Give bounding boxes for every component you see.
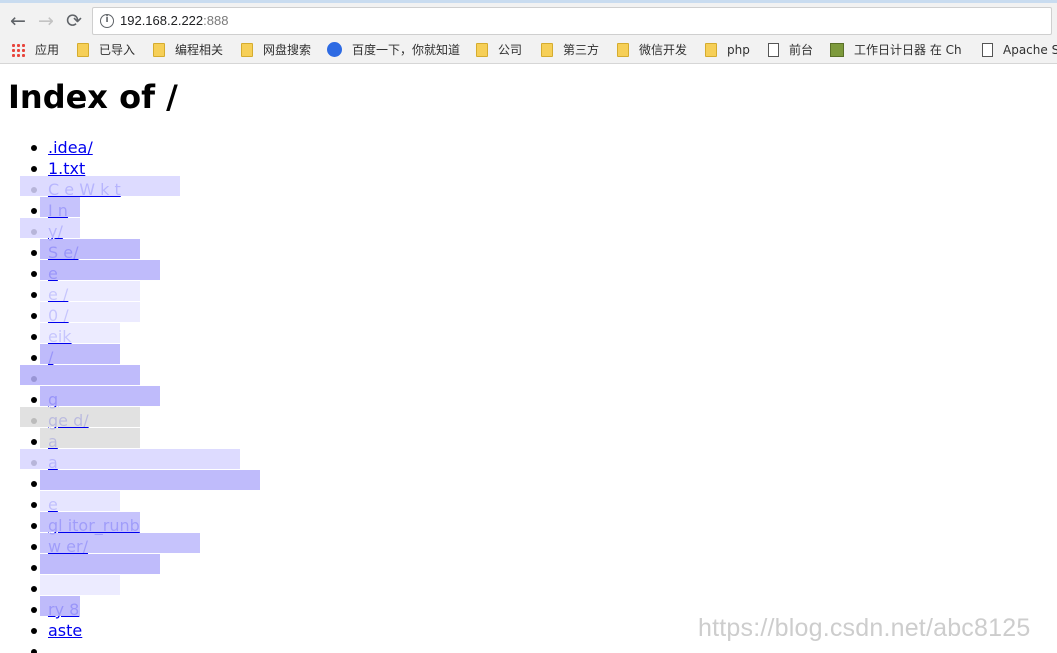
url-text[interactable]: 192.168.2.222:888 [120,13,228,28]
bookmark-label: 网盘搜索 [263,43,312,57]
file-link[interactable]: 0 / [48,306,69,325]
file-link[interactable]: y/ [48,222,63,241]
page-icon [982,42,993,57]
list-item [8,473,140,494]
apps-icon [11,42,25,57]
list-item: a [8,452,140,473]
bookmark-frontend[interactable]: 前台 [768,41,813,60]
folder-icon [77,42,89,57]
file-link[interactable]: g [48,390,58,409]
file-link[interactable]: ge d/ [48,411,89,430]
folder-icon [705,42,717,57]
back-button[interactable]: ← [6,9,30,33]
bookmark-apache[interactable]: Apache S [982,41,1057,60]
file-link[interactable]: ry 8 [48,600,79,619]
bookmark-label: 百度一下，你就知道 [352,43,461,57]
list-item: 0 / [8,305,140,326]
file-link[interactable]: a [48,432,58,451]
bookmark-label: 已导入 [99,43,136,57]
bookmark-folder-wechat[interactable]: 微信开发 [617,41,687,60]
list-item: 1.txt [8,158,140,179]
file-link[interactable]: a [48,453,58,472]
file-link[interactable]: e / [48,285,68,304]
file-link[interactable]: e [48,264,58,283]
bookmark-label: 公司 [498,43,523,57]
folder-icon [241,42,253,57]
bookmark-label: Apache S [1003,43,1057,57]
folder-icon [476,42,488,57]
back-arrow-icon: ← [10,10,26,32]
page-icon [768,42,779,57]
page-content: Index of / .idea/1.txt C e W k t I n y/S e… [8,64,1048,653]
site-info-icon[interactable]: i [100,14,114,28]
bookmark-label: 第三方 [563,43,600,57]
file-link[interactable]: 1.txt [48,159,85,178]
file-link[interactable]: .idea/ [48,138,93,157]
url-host: 192.168.2.222 [120,13,204,28]
file-listing: .idea/1.txt C e W k t I n y/S e/ e e / 0 /… [8,137,140,653]
url-port: :888 [203,13,229,28]
bookmark-folder-programming[interactable]: 编程相关 [153,41,223,60]
bookmark-folder-netdisk[interactable]: 网盘搜索 [241,41,311,60]
file-link[interactable]: C e W k t [48,180,121,199]
address-bar[interactable]: i 192.168.2.222:888 [92,7,1052,35]
bookmark-workday-calc[interactable]: 工作日计日器 在 Ch [830,41,962,60]
list-item: ry 8 [8,599,140,620]
folder-icon [617,42,629,57]
bookmark-apps[interactable]: 应用 [11,41,59,60]
list-item: e / [8,284,140,305]
bookmark-label: 应用 [35,43,60,57]
reload-button[interactable]: ⟳ [62,9,86,33]
file-link[interactable]: S e/ [48,243,78,262]
bookmark-label: 微信开发 [639,43,688,57]
bookmark-label: 编程相关 [175,43,224,57]
paw-icon [327,42,342,57]
page-title: Index of / [8,78,178,116]
file-link[interactable]: e [48,495,58,514]
bookmark-baidu[interactable]: 百度一下，你就知道 [327,41,460,60]
list-item [8,578,140,599]
folder-icon [153,42,165,57]
list-item: S e/ [8,242,140,263]
list-item: a [8,431,140,452]
bookmark-label: 前台 [789,43,814,57]
list-item: .idea/ [8,137,140,158]
bookmark-label: 工作日计日器 在 Ch [854,43,962,57]
file-link[interactable]: w er/ [48,537,88,556]
list-item [8,641,140,653]
bookmark-folder-php[interactable]: php [705,41,750,60]
list-item: e [8,263,140,284]
bookmark-folder-imported[interactable]: 已导入 [77,41,135,60]
list-item: gl itor_runb [8,515,140,536]
file-link[interactable]: gl itor_runb [48,516,140,535]
browser-toolbar: ← → ⟳ i 192.168.2.222:888 [0,0,1057,37]
bookmark-folder-thirdparty[interactable]: 第三方 [541,41,599,60]
list-item: aste [8,620,140,641]
file-link[interactable]: eik [48,327,72,346]
list-item: eik [8,326,140,347]
bookmark-label: php [727,43,750,57]
bookmarks-bar: 应用 已导入 编程相关 网盘搜索 百度一下，你就知道 公司 第三方 微信开发 p… [0,37,1057,64]
file-link[interactable]: I n [48,201,68,220]
list-item: g [8,389,140,410]
reload-icon: ⟳ [66,10,82,32]
list-item: y/ [8,221,140,242]
list-item [8,557,140,578]
forward-arrow-icon: → [38,10,54,32]
folder-icon [541,42,553,57]
forward-button[interactable]: → [34,9,58,33]
file-link[interactable]: / [48,348,53,367]
list-item: w er/ [8,536,140,557]
watermark: https://blog.csdn.net/abc8125 [698,614,1031,642]
list-item [8,368,140,389]
list-item: e [8,494,140,515]
bookmark-folder-company[interactable]: 公司 [476,41,522,60]
list-item: / [8,347,140,368]
list-item: C e W k t [8,179,140,200]
list-item: I n [8,200,140,221]
calendar-icon [830,42,844,57]
list-item: ge d/ [8,410,140,431]
file-link[interactable]: aste [48,621,82,640]
